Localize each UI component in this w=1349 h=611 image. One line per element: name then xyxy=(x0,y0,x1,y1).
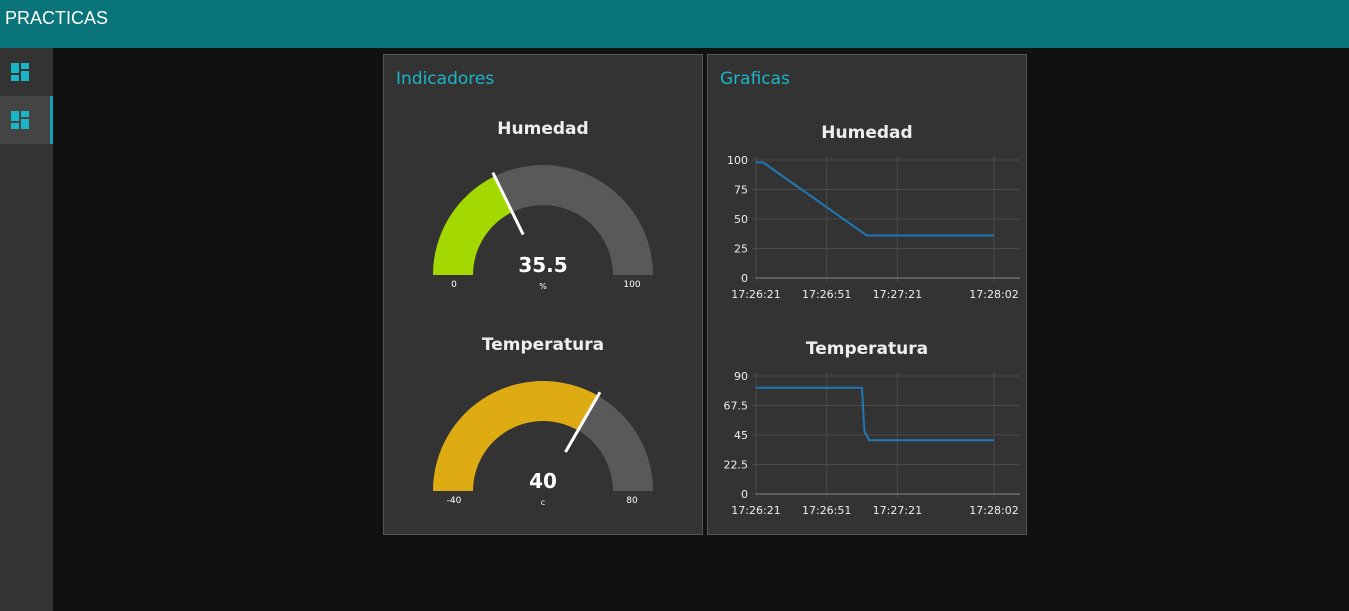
chart-title-temperatura: Temperatura xyxy=(805,339,929,359)
gauge-min-label: -40 xyxy=(447,496,462,506)
sidebar-item-dashboard-2[interactable] xyxy=(0,96,53,144)
chart-title-humedad: Humedad xyxy=(821,123,913,143)
x-tick-label: 17:28:02 xyxy=(969,288,1018,301)
y-tick-label: 100 xyxy=(727,154,748,167)
x-tick-label: 17:26:51 xyxy=(802,504,851,517)
panel-title: Indicadores xyxy=(396,69,495,89)
y-tick-label: 22.5 xyxy=(724,459,749,472)
gauge-max-label: 100 xyxy=(623,280,640,290)
x-tick-label: 17:27:21 xyxy=(873,288,922,301)
gauge-units: c xyxy=(541,498,545,507)
series-line xyxy=(756,386,994,442)
x-tick-label: 17:26:21 xyxy=(731,288,780,301)
x-tick-label: 17:28:02 xyxy=(969,504,1018,517)
gauge-title-humedad: Humedad xyxy=(497,119,589,139)
gauge-max-label: 80 xyxy=(626,496,638,506)
line-chart-temperatura: 0 22.5 45 67.5 90 17:26:21 17:26:51 17:27:21 17:… xyxy=(724,370,1020,517)
gauge-humedad: 35.5 % 0 100 xyxy=(433,165,653,291)
graficas-panel: Graficas Humedad 0 25 50 75 100 17:26:21 17:26… xyxy=(707,54,1027,535)
x-tick-label: 17:26:21 xyxy=(731,504,780,517)
sidebar-item-dashboard-1[interactable] xyxy=(0,48,53,96)
y-tick-label: 45 xyxy=(734,429,748,442)
gauge-temperatura: 40 c -40 80 xyxy=(433,381,653,507)
gauge-min-label: 0 xyxy=(451,280,457,290)
y-tick-label: 0 xyxy=(741,272,748,285)
top-bar: PRACTICAS xyxy=(0,0,1349,48)
indicadores-panel: Indicadores Humedad 35.5 % 0 100 Tempera… xyxy=(383,54,703,535)
line-chart-humedad: 0 25 50 75 100 17:26:21 17:26:51 17:27:21 17:28:… xyxy=(727,154,1020,301)
dashboard-icon xyxy=(11,63,29,81)
panel-title: Graficas xyxy=(720,69,790,89)
y-tick-label: 50 xyxy=(734,213,748,226)
dashboard-icon xyxy=(11,111,29,129)
y-tick-label: 0 xyxy=(741,488,748,501)
y-tick-label: 67.5 xyxy=(724,400,749,413)
x-tick-label: 17:26:51 xyxy=(802,288,851,301)
y-tick-label: 75 xyxy=(734,184,748,197)
gauge-title-temperatura: Temperatura xyxy=(481,335,605,355)
series-line xyxy=(756,161,994,237)
x-tick-label: 17:27:21 xyxy=(873,504,922,517)
gauge-units: % xyxy=(539,282,547,291)
gauge-value: 35.5 xyxy=(518,253,567,277)
gauge-value: 40 xyxy=(529,469,557,493)
y-tick-label: 25 xyxy=(734,243,748,256)
y-tick-label: 90 xyxy=(734,370,748,383)
sidebar xyxy=(0,48,53,611)
app-title: PRACTICAS xyxy=(5,8,109,28)
